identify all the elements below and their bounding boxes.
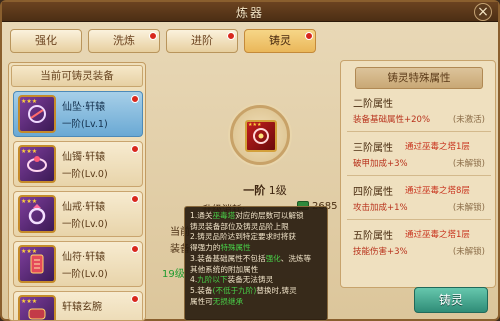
tier-status: (未解锁) (452, 247, 485, 257)
level-partial: 19级 (162, 269, 185, 280)
tab-refine[interactable]: 洗炼 (88, 29, 160, 53)
notification-dot (149, 32, 157, 40)
notification-dot (305, 32, 313, 40)
star-icon: ★★★ (21, 148, 38, 155)
equipment-level: 一阶(Lv.1) (62, 119, 108, 130)
tier-condition: 通过巫毒之塔8层 (405, 186, 470, 196)
close-icon[interactable]: × (474, 3, 492, 21)
cast-soul-button[interactable]: 铸灵 (414, 287, 488, 313)
tier-condition: 通过巫毒之塔1层 (405, 230, 470, 240)
equipment-slot[interactable]: ★★★ (230, 105, 290, 165)
equipment-name: 仙符·轩辕 (62, 252, 106, 263)
tier-value: 技能伤害+3% (353, 247, 408, 257)
stage-label: 一阶 (243, 184, 266, 197)
equipment-name: 仙镯·轩辕 (62, 152, 106, 163)
window-title: 炼器 (235, 6, 264, 20)
tier-title: 二阶属性 (353, 99, 393, 110)
forge-window: 炼器 × 强化 洗炼 进阶 铸灵 当前可铸灵装备 ★★★ 仙坠·轩辕 一阶(Lv… (0, 0, 500, 321)
special-attributes-header: 铸灵特殊属性 (355, 67, 483, 89)
tier-status: (未激活) (452, 115, 485, 125)
equipment-level: 一阶(Lv.0) (62, 269, 108, 280)
notification-dot (227, 32, 235, 40)
equipment-item[interactable]: ★★★ 仙戒·轩辕 一阶(Lv.0) (13, 191, 143, 237)
tooltip-line: 4.九阶以下装备无法铸灵 (190, 275, 274, 285)
tab-label: 洗炼 (113, 34, 135, 47)
tooltip-line: 5.装备(不低于九阶)替换时,铸灵 (190, 285, 297, 295)
notification-dot (131, 245, 139, 253)
level-label: 1级 (268, 184, 287, 197)
notification-dot (131, 95, 139, 103)
equipment-level: 一阶(Lv.0) (62, 169, 108, 180)
tooltip-line: 铸灵装备部位及铸灵品阶上限 (190, 221, 289, 231)
tab-advance[interactable]: 进阶 (166, 29, 238, 53)
stage-level: 一阶 1级 (220, 182, 310, 198)
divider (347, 175, 491, 176)
pendant-icon: ★★★ (245, 120, 277, 152)
equipment-list-panel: 当前可铸灵装备 ★★★ 仙坠·轩辕 一阶(Lv.1) ★★★ 仙镯·轩辕 一阶(… (8, 62, 146, 321)
tier-value: 破甲加成+3% (353, 159, 408, 169)
tier-value: 装备基础属性+20% (353, 115, 431, 125)
equipment-level: 一阶(Lv.0) (62, 219, 108, 230)
tooltip-line: 2.铸灵品阶达到特定要求时将获 (190, 232, 296, 242)
equipment-name: 轩辕玄腕 (62, 302, 102, 313)
tab-label: 铸灵 (269, 34, 291, 47)
equipment-item[interactable]: ★★★ 仙坠·轩辕 一阶(Lv.1) (13, 91, 143, 137)
equipment-list-header: 当前可铸灵装备 (11, 65, 143, 87)
tooltip-line: 3.装备基础属性不包括强化、洗炼等 (190, 253, 312, 263)
equipment-item[interactable]: ★★★ 仙镯·轩辕 一阶(Lv.0) (13, 141, 143, 187)
talisman-icon: ★★★ (18, 245, 56, 283)
bracelet-icon: ★★★ (18, 145, 56, 183)
tooltip-line: 属性可无损继承 (190, 296, 244, 306)
equipment-item[interactable]: ★★★ 轩辕玄腕 (13, 291, 143, 320)
title-bar: 炼器 × (2, 2, 498, 22)
tier-title: 三阶属性 (353, 143, 393, 154)
notification-dot (131, 145, 139, 153)
tab-cast-soul[interactable]: 铸灵 (244, 29, 316, 53)
tab-label: 强化 (35, 34, 57, 47)
tab-label: 进阶 (191, 34, 213, 47)
tooltip-line: 得强力的特殊属性 (190, 243, 251, 253)
equipment-item[interactable]: ★★★ 仙符·轩辕 一阶(Lv.0) (13, 241, 143, 287)
tier-status: (未解锁) (452, 159, 485, 169)
tooltip-line: 1.通关巫毒塔对应的层数可以解锁 (190, 211, 304, 220)
help-tooltip: 1.通关巫毒塔对应的层数可以解锁 铸灵装备部位及铸灵品阶上限 2.铸灵品阶达到特… (184, 206, 328, 321)
pendant-icon: ★★★ (18, 95, 56, 133)
special-attributes-panel: 铸灵特殊属性 二阶属性 装备基础属性+20% (未激活) 三阶属性 通过巫毒之塔… (340, 60, 496, 288)
star-icon: ★★★ (21, 298, 38, 305)
divider (347, 219, 491, 220)
tooltip-line: 其他系统的附加属性 (190, 264, 259, 274)
tier-title: 五阶属性 (353, 231, 393, 242)
star-icon: ★★★ (21, 248, 38, 255)
ring-icon: ★★★ (18, 195, 56, 233)
notification-dot (131, 295, 139, 303)
divider (347, 131, 491, 132)
tab-strengthen[interactable]: 强化 (10, 29, 82, 53)
tier-value: 攻击加成+1% (353, 203, 408, 213)
notification-dot (131, 195, 139, 203)
wristguard-icon: ★★★ (18, 295, 56, 320)
equipment-name: 仙戒·轩辕 (62, 202, 106, 213)
star-icon: ★★★ (21, 98, 38, 105)
star-icon: ★★★ (248, 122, 262, 128)
equipment-name: 仙坠·轩辕 (62, 102, 106, 113)
star-icon: ★★★ (21, 198, 38, 205)
tier-status: (未解锁) (452, 203, 485, 213)
tier-title: 四阶属性 (353, 187, 393, 198)
tier-condition: 通过巫毒之塔1层 (405, 142, 470, 152)
